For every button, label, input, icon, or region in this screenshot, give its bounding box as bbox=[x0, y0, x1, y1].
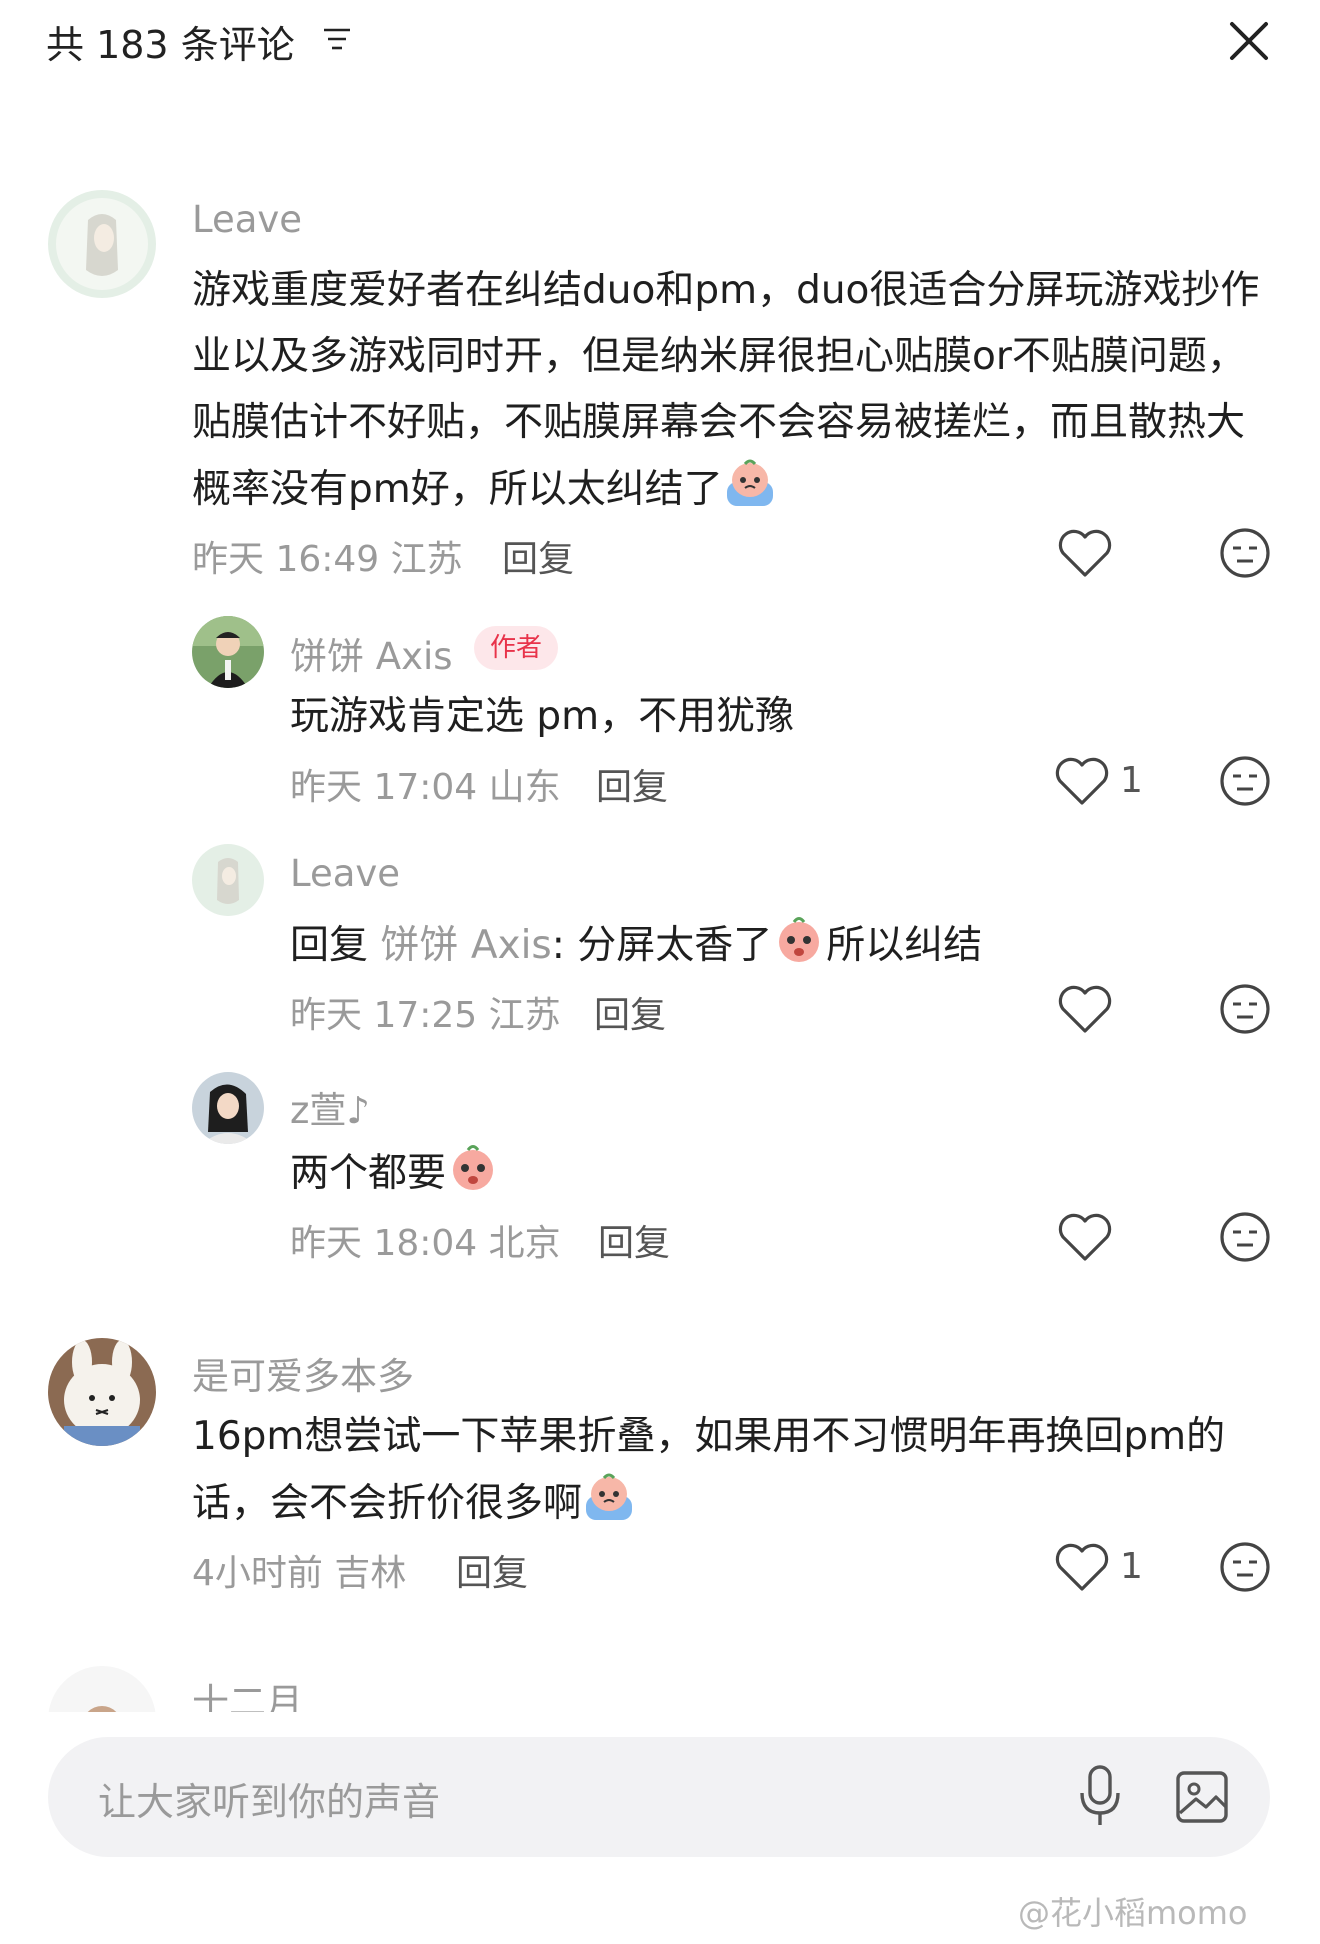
comment-text: 游戏重度爱好者在纠结duo和pm，duo很适合分屏玩游戏抄作业以及多游戏同时开，… bbox=[192, 258, 1272, 523]
comment-text: 玩游戏肯定选 pm，不用犹豫 bbox=[290, 694, 795, 739]
reply-button[interactable]: 回复 bbox=[502, 530, 574, 582]
username[interactable]: 饼饼 Axis bbox=[290, 626, 453, 680]
comments-header: 共 183 条评论 bbox=[0, 0, 1320, 90]
reply-button[interactable]: 回复 bbox=[596, 758, 668, 810]
crying-peach-emoji-icon bbox=[586, 1473, 633, 1520]
comment-location: 江苏 bbox=[390, 539, 463, 580]
like-count: 1 bbox=[1120, 760, 1143, 801]
heart-icon[interactable] bbox=[1054, 757, 1110, 807]
neutral-face-icon[interactable] bbox=[1218, 526, 1272, 580]
username[interactable]: Leave bbox=[290, 852, 400, 895]
comment-location: 吉林 bbox=[334, 1553, 407, 1594]
comment-location: 江苏 bbox=[488, 995, 561, 1036]
neutral-face-icon[interactable] bbox=[1218, 1540, 1272, 1594]
reply-prefix: 回复 bbox=[290, 923, 369, 968]
comment-input-placeholder[interactable]: 让大家听到你的声音 bbox=[98, 1771, 440, 1826]
heart-icon[interactable] bbox=[1057, 1213, 1113, 1263]
reply-target-username[interactable]: 饼饼 Axis bbox=[380, 923, 551, 968]
avatar[interactable] bbox=[192, 1072, 264, 1144]
comment-meta: 昨天 17:25 江苏 bbox=[290, 986, 561, 1038]
comment-time: 昨天 18:04 bbox=[290, 1223, 478, 1264]
comment-count-title: 共 183 条评论 bbox=[46, 23, 295, 67]
avatar[interactable] bbox=[192, 616, 264, 688]
comment-meta: 昨天 18:04 北京 bbox=[290, 1214, 561, 1266]
heart-icon[interactable] bbox=[1057, 529, 1113, 579]
reply-button[interactable]: 回复 bbox=[594, 986, 666, 1038]
avatar[interactable] bbox=[48, 1338, 156, 1446]
username[interactable]: 是可爱多本多 bbox=[192, 1346, 414, 1400]
comment-time: 昨天 17:04 bbox=[290, 767, 478, 808]
image-icon[interactable] bbox=[1172, 1767, 1232, 1827]
comment-meta: 4小时前 吉林 bbox=[192, 1544, 406, 1596]
close-icon[interactable] bbox=[1226, 18, 1272, 64]
microphone-icon[interactable] bbox=[1072, 1763, 1128, 1829]
comment-time: 4小时前 bbox=[192, 1553, 323, 1594]
comment-text-body: 两个都要 bbox=[290, 1151, 447, 1196]
comment-location: 北京 bbox=[488, 1223, 561, 1264]
sort-lines-icon[interactable] bbox=[322, 26, 352, 52]
neutral-face-icon[interactable] bbox=[1218, 754, 1272, 808]
neutral-face-icon[interactable] bbox=[1218, 1210, 1272, 1264]
shy-peach-emoji-icon bbox=[453, 1145, 494, 1190]
comment-time: 昨天 17:25 bbox=[290, 995, 478, 1036]
heart-icon[interactable] bbox=[1054, 1543, 1110, 1593]
reply-button[interactable]: 回复 bbox=[598, 1214, 670, 1266]
avatar[interactable] bbox=[48, 190, 156, 298]
like-count: 1 bbox=[1120, 1546, 1143, 1587]
watermark: @花小稻momo bbox=[1018, 1894, 1248, 1932]
username[interactable]: z萱♪ bbox=[290, 1080, 370, 1134]
crying-peach-emoji-icon bbox=[726, 459, 773, 506]
reply-button[interactable]: 回复 bbox=[456, 1544, 528, 1596]
comment-text: 两个都要 bbox=[290, 1140, 1190, 1207]
neutral-face-icon[interactable] bbox=[1218, 982, 1272, 1036]
avatar[interactable] bbox=[192, 844, 264, 916]
comment-location: 山东 bbox=[488, 767, 561, 808]
author-badge: 作者 bbox=[474, 626, 559, 670]
comment-time: 昨天 16:49 bbox=[192, 539, 380, 580]
comment-text-body: 16pm想尝试一下苹果折叠，如果用不习惯明年再换回pm的话，会不会折价很多啊 bbox=[192, 1414, 1226, 1526]
comment-text: 回复 饼饼 Axis: 分屏太香了 所以纠结 bbox=[290, 912, 1250, 979]
comment-text-part: 所以纠结 bbox=[826, 923, 983, 968]
username[interactable]: Leave bbox=[192, 198, 302, 241]
heart-icon[interactable] bbox=[1057, 985, 1113, 1035]
comment-input-bar[interactable]: 让大家听到你的声音 bbox=[48, 1737, 1270, 1857]
comment-text-part: : 分屏太香了 bbox=[551, 923, 773, 968]
shy-peach-emoji-icon bbox=[779, 917, 820, 962]
comment-meta: 昨天 17:04 山东 bbox=[290, 758, 561, 810]
comment-meta: 昨天 16:49 江苏 bbox=[192, 530, 463, 582]
comment-text: 16pm想尝试一下苹果折叠，如果用不习惯明年再换回pm的话，会不会折价很多啊 bbox=[192, 1404, 1272, 1537]
